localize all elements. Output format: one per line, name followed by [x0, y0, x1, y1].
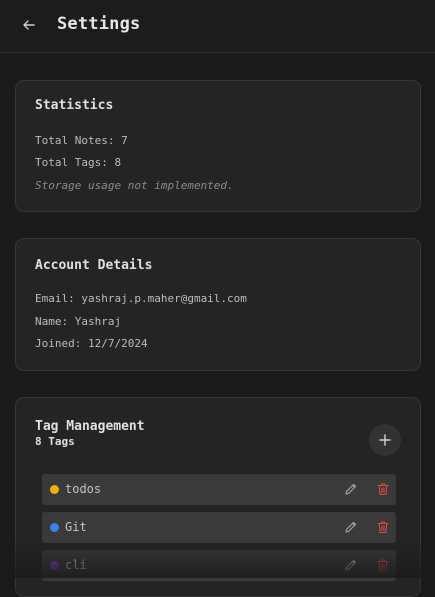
app-header: Settings [0, 0, 435, 53]
tag-row[interactable]: Git [42, 512, 396, 543]
tag-management-card: Tag Management 8 Tags todos Git cli [15, 397, 421, 597]
statistics-card: Statistics Total Notes: 7 Total Tags: 8 … [15, 80, 421, 212]
tag-label: cli [65, 558, 87, 572]
account-email: Email: yashraj.p.maher@gmail.com [35, 292, 247, 305]
account-title: Account Details [35, 258, 153, 273]
account-joined: Joined: 12/7/2024 [35, 337, 148, 350]
tag-row[interactable]: cli [42, 550, 396, 581]
pencil-icon[interactable] [344, 520, 358, 534]
tag-label: Git [65, 520, 87, 534]
statistics-title: Statistics [35, 98, 114, 113]
pencil-icon[interactable] [344, 482, 358, 496]
plus-icon [379, 434, 391, 446]
tag-color-dot [50, 561, 59, 570]
trash-icon[interactable] [376, 482, 390, 496]
add-tag-button[interactable] [369, 424, 401, 456]
tag-label: todos [65, 482, 102, 496]
tag-row[interactable]: todos [42, 474, 396, 505]
tag-count: 8 Tags [35, 435, 75, 448]
tag-color-dot [50, 485, 59, 494]
trash-icon[interactable] [376, 520, 390, 534]
account-card: Account Details Email: yashraj.p.maher@g… [15, 238, 421, 371]
page-title: Settings [57, 14, 141, 34]
tag-management-title: Tag Management [35, 419, 145, 434]
total-notes: Total Notes: 7 [35, 134, 128, 147]
total-tags: Total Tags: 8 [35, 156, 122, 169]
account-name: Name: Yashraj [35, 315, 122, 328]
trash-icon[interactable] [376, 558, 390, 572]
tag-color-dot [50, 523, 59, 532]
pencil-icon[interactable] [344, 558, 358, 572]
arrow-left-icon[interactable] [21, 17, 37, 33]
storage-note: Storage usage not implemented. [35, 179, 234, 192]
